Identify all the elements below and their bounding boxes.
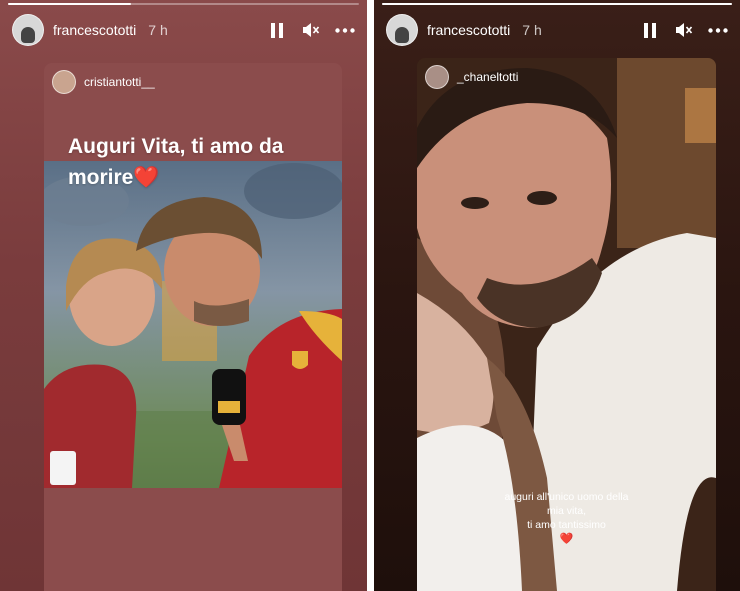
repost-avatar[interactable] <box>52 70 76 94</box>
story-caption: Auguri Vita, ti amo da morire❤️ <box>68 131 328 193</box>
repost-header: cristiantotti__ <box>52 70 155 94</box>
story-progress-bar <box>382 3 732 5</box>
story-time: 7 h <box>522 22 542 38</box>
story-panel-left[interactable]: francescototti 7 h cristiantotti__ Augur… <box>0 0 367 591</box>
story-username[interactable]: francescototti <box>427 22 510 38</box>
pause-icon[interactable] <box>640 20 660 40</box>
avatar[interactable] <box>12 14 44 46</box>
heart-emoji: ❤️ <box>133 166 160 189</box>
pause-icon[interactable] <box>267 20 287 40</box>
story-photo <box>44 161 342 488</box>
story-time: 7 h <box>148 22 168 38</box>
avatar[interactable] <box>386 14 418 46</box>
story-header: francescototti 7 h <box>12 14 355 46</box>
story-caption: auguri all'unico uomo della mia vita, ti… <box>417 490 716 546</box>
more-options-icon[interactable] <box>335 20 355 40</box>
caption-line-1: auguri all'unico uomo della <box>504 491 629 503</box>
caption-line-2: morire <box>68 166 134 189</box>
speaker-muted-icon[interactable] <box>301 20 321 40</box>
caption-line-2: mia vita, <box>546 505 587 517</box>
reposted-story-card[interactable]: cristiantotti__ Auguri Vita, ti amo da m… <box>44 63 342 591</box>
repost-header: _chaneltotti <box>425 65 518 89</box>
heart-emoji: ❤️ <box>559 533 574 545</box>
repost-username[interactable]: _chaneltotti <box>457 70 518 84</box>
caption-line-1: Auguri Vita, ti amo da <box>68 135 284 158</box>
reposted-story-card[interactable]: _chaneltotti auguri all'unico uomo della… <box>417 58 716 591</box>
more-options-icon[interactable] <box>708 20 728 40</box>
story-progress-bar <box>8 3 359 5</box>
caption-line-3: ti amo tantissimo <box>527 519 606 531</box>
story-panel-right[interactable]: francescototti 7 h _chaneltotti auguri a… <box>374 0 740 591</box>
story-progress-fill <box>382 3 732 5</box>
repost-username[interactable]: cristiantotti__ <box>84 75 155 89</box>
story-progress-fill <box>8 3 131 5</box>
story-username[interactable]: francescototti <box>53 22 136 38</box>
repost-avatar[interactable] <box>425 65 449 89</box>
story-header: francescototti 7 h <box>386 14 728 46</box>
speaker-muted-icon[interactable] <box>674 20 694 40</box>
